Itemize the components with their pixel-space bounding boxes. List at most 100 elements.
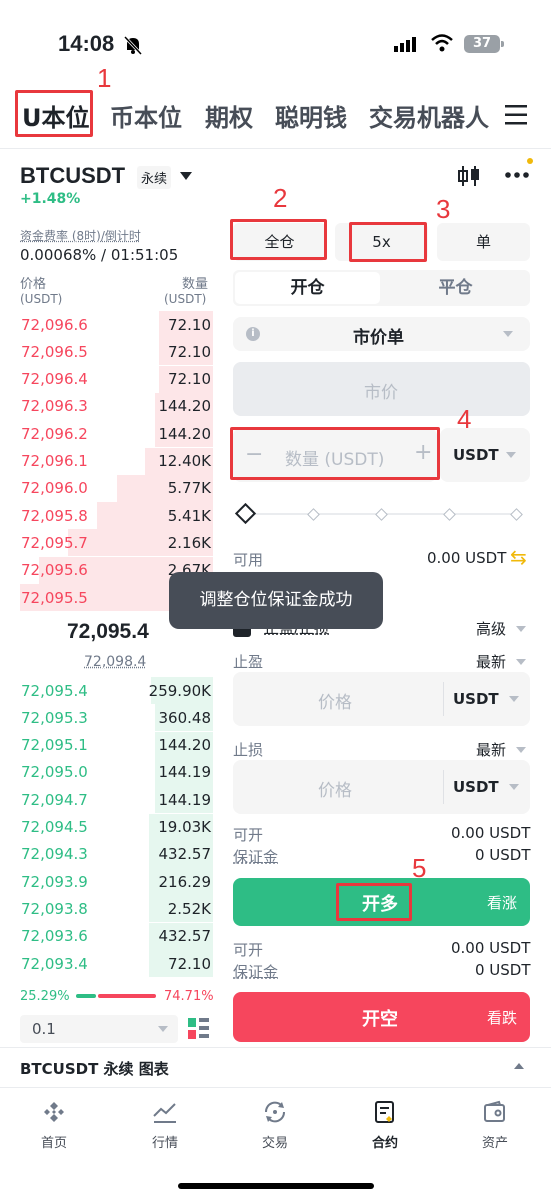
tab-open[interactable]: 开仓 <box>235 272 380 304</box>
nav-assets-label: 资产 <box>481 1136 508 1151</box>
ask-price: 72,095.8 <box>21 506 88 525</box>
nav-divider <box>0 1087 551 1088</box>
ask-row[interactable]: 72,095.8 5.41K <box>20 502 213 530</box>
ask-qty: 144.20 <box>158 397 212 416</box>
price-header: 价格 <box>20 277 47 292</box>
chart-bar-label: BTCUSDT 永续 图表 <box>20 1060 169 1078</box>
tp-label: 止盈 <box>233 653 264 671</box>
funding-value: 0.00068% / 01:51:05 <box>20 246 179 264</box>
position-mode-button[interactable]: 单 <box>437 223 530 261</box>
ask-row[interactable]: 72,095.7 2.16K <box>20 529 213 557</box>
sl-trigger-select[interactable]: 最新 <box>476 739 527 760</box>
tp-unit-select[interactable]: USDT <box>453 690 519 708</box>
bid-price: 72,093.4 <box>21 954 88 973</box>
ask-row[interactable]: 72,096.3 144.20 <box>20 392 213 420</box>
bell-off-icon <box>123 35 143 56</box>
ask-price: 72,096.0 <box>21 479 88 498</box>
bid-price: 72,094.3 <box>21 845 88 864</box>
ask-row[interactable]: 72,096.1 12.40K <box>20 447 213 475</box>
annotation-box-4 <box>230 427 440 480</box>
toast-message: 调整仓位保证金成功 <box>169 572 383 629</box>
bid-price: 72,093.8 <box>21 899 88 918</box>
nav-futures[interactable]: 合约 <box>355 1100 415 1151</box>
bid-row[interactable]: 72,095.3 360.48 <box>20 704 213 732</box>
short-margin-value: 0 USDT <box>475 961 531 979</box>
markets-icon <box>153 1103 176 1123</box>
buy-ratio: 25.29% <box>20 989 70 1004</box>
nav-futures-label: 合约 <box>371 1136 398 1151</box>
book-layout-icon[interactable] <box>188 1018 210 1040</box>
ask-price: 72,095.6 <box>21 561 88 580</box>
bid-qty: 144.20 <box>158 736 212 755</box>
ask-row[interactable]: 72,096.2 144.20 <box>20 420 213 448</box>
ask-qty: 2.16K <box>167 533 211 552</box>
ask-row[interactable]: 72,096.5 72.10 <box>20 338 213 366</box>
nav-trade[interactable]: 交易 <box>245 1100 305 1151</box>
nav-home[interactable]: 首页 <box>24 1100 84 1151</box>
bid-row[interactable]: 72,093.8 2.52K <box>20 895 213 923</box>
nav-trade-label: 交易 <box>261 1136 288 1151</box>
chevron-up-icon[interactable] <box>514 1063 524 1069</box>
tab-close[interactable]: 平仓 <box>383 272 528 304</box>
bid-row[interactable]: 72,095.0 144.19 <box>20 758 213 786</box>
bid-price: 72,095.0 <box>21 763 88 782</box>
short-max-label: 可开 <box>233 941 264 959</box>
tab-smart-money[interactable]: 聪明钱 <box>275 98 347 133</box>
quantity-unit-label: USDT <box>453 446 499 464</box>
bid-row[interactable]: 72,094.5 19.03K <box>20 813 213 841</box>
wallet-icon <box>484 1100 505 1122</box>
ask-price: 72,096.5 <box>21 342 88 361</box>
more-icon[interactable] <box>504 171 530 179</box>
tab-coin-margined[interactable]: 币本位 <box>110 98 182 133</box>
buy-ratio-bar <box>76 994 96 998</box>
tp-unit-label: USDT <box>453 690 499 708</box>
precision-select[interactable]: 0.1 <box>20 1015 178 1043</box>
ask-price: 72,096.3 <box>21 397 88 416</box>
funding-label: 资金费率 (8时)/倒计时 <box>20 229 141 243</box>
bid-row[interactable]: 72,095.4 259.90K <box>20 677 213 704</box>
slider-tick <box>307 508 320 521</box>
ask-row[interactable]: 72,096.6 72.10 <box>20 311 213 338</box>
bid-row[interactable]: 72,094.3 432.57 <box>20 840 213 868</box>
tp-trigger-select[interactable]: 最新 <box>476 651 527 672</box>
transfer-icon[interactable]: ⇆ <box>510 545 527 569</box>
symbol-dropdown-icon[interactable] <box>180 172 192 180</box>
bid-row[interactable]: 72,093.4 72.10 <box>20 950 213 977</box>
nav-assets[interactable]: 资产 <box>465 1100 525 1151</box>
symbol-name[interactable]: BTCUSDT <box>20 163 125 189</box>
bid-qty: 2.52K <box>167 899 211 918</box>
ask-row[interactable]: 72,096.4 72.10 <box>20 365 213 393</box>
bid-row[interactable]: 72,093.6 432.57 <box>20 922 213 950</box>
sl-unit-select[interactable]: USDT <box>453 778 519 796</box>
nav-markets[interactable]: 行情 <box>135 1100 195 1151</box>
tab-trading-bots[interactable]: 交易机器人 <box>369 98 489 133</box>
ask-price: 72,096.4 <box>21 370 88 389</box>
bid-price: 72,093.6 <box>21 927 88 946</box>
ask-row[interactable]: 72,096.0 5.77K <box>20 474 213 502</box>
bid-row[interactable]: 72,094.7 144.19 <box>20 786 213 814</box>
bid-price: 72,094.5 <box>21 818 88 836</box>
ask-price: 72,096.2 <box>21 424 88 443</box>
candlestick-chart-icon[interactable] <box>457 164 481 188</box>
price-placeholder: 市价 <box>364 383 398 403</box>
tab-options[interactable]: 期权 <box>205 98 253 133</box>
futures-icon <box>375 1101 394 1123</box>
open-short-hint: 看跌 <box>487 1009 518 1027</box>
info-icon[interactable]: i <box>246 327 260 341</box>
bid-row[interactable]: 72,093.9 216.29 <box>20 868 213 896</box>
caret-icon <box>506 452 516 458</box>
sl-price-placeholder: 价格 <box>318 781 352 801</box>
slider-tick <box>443 508 456 521</box>
bid-qty: 144.19 <box>158 763 212 782</box>
bid-qty: 72.10 <box>168 954 211 973</box>
menu-icon[interactable] <box>505 104 529 126</box>
annotation-number-5: 5 <box>412 853 427 883</box>
caret-icon <box>516 625 527 632</box>
annotation-number-4: 4 <box>457 404 472 434</box>
status-time: 14:08 <box>58 31 115 56</box>
price-change: +1.48% <box>20 191 81 207</box>
bid-row[interactable]: 72,095.1 144.20 <box>20 731 213 759</box>
advanced-select[interactable]: 高级 <box>476 618 527 639</box>
slider-thumb[interactable] <box>234 502 257 525</box>
annotation-number-1: 1 <box>97 63 112 93</box>
